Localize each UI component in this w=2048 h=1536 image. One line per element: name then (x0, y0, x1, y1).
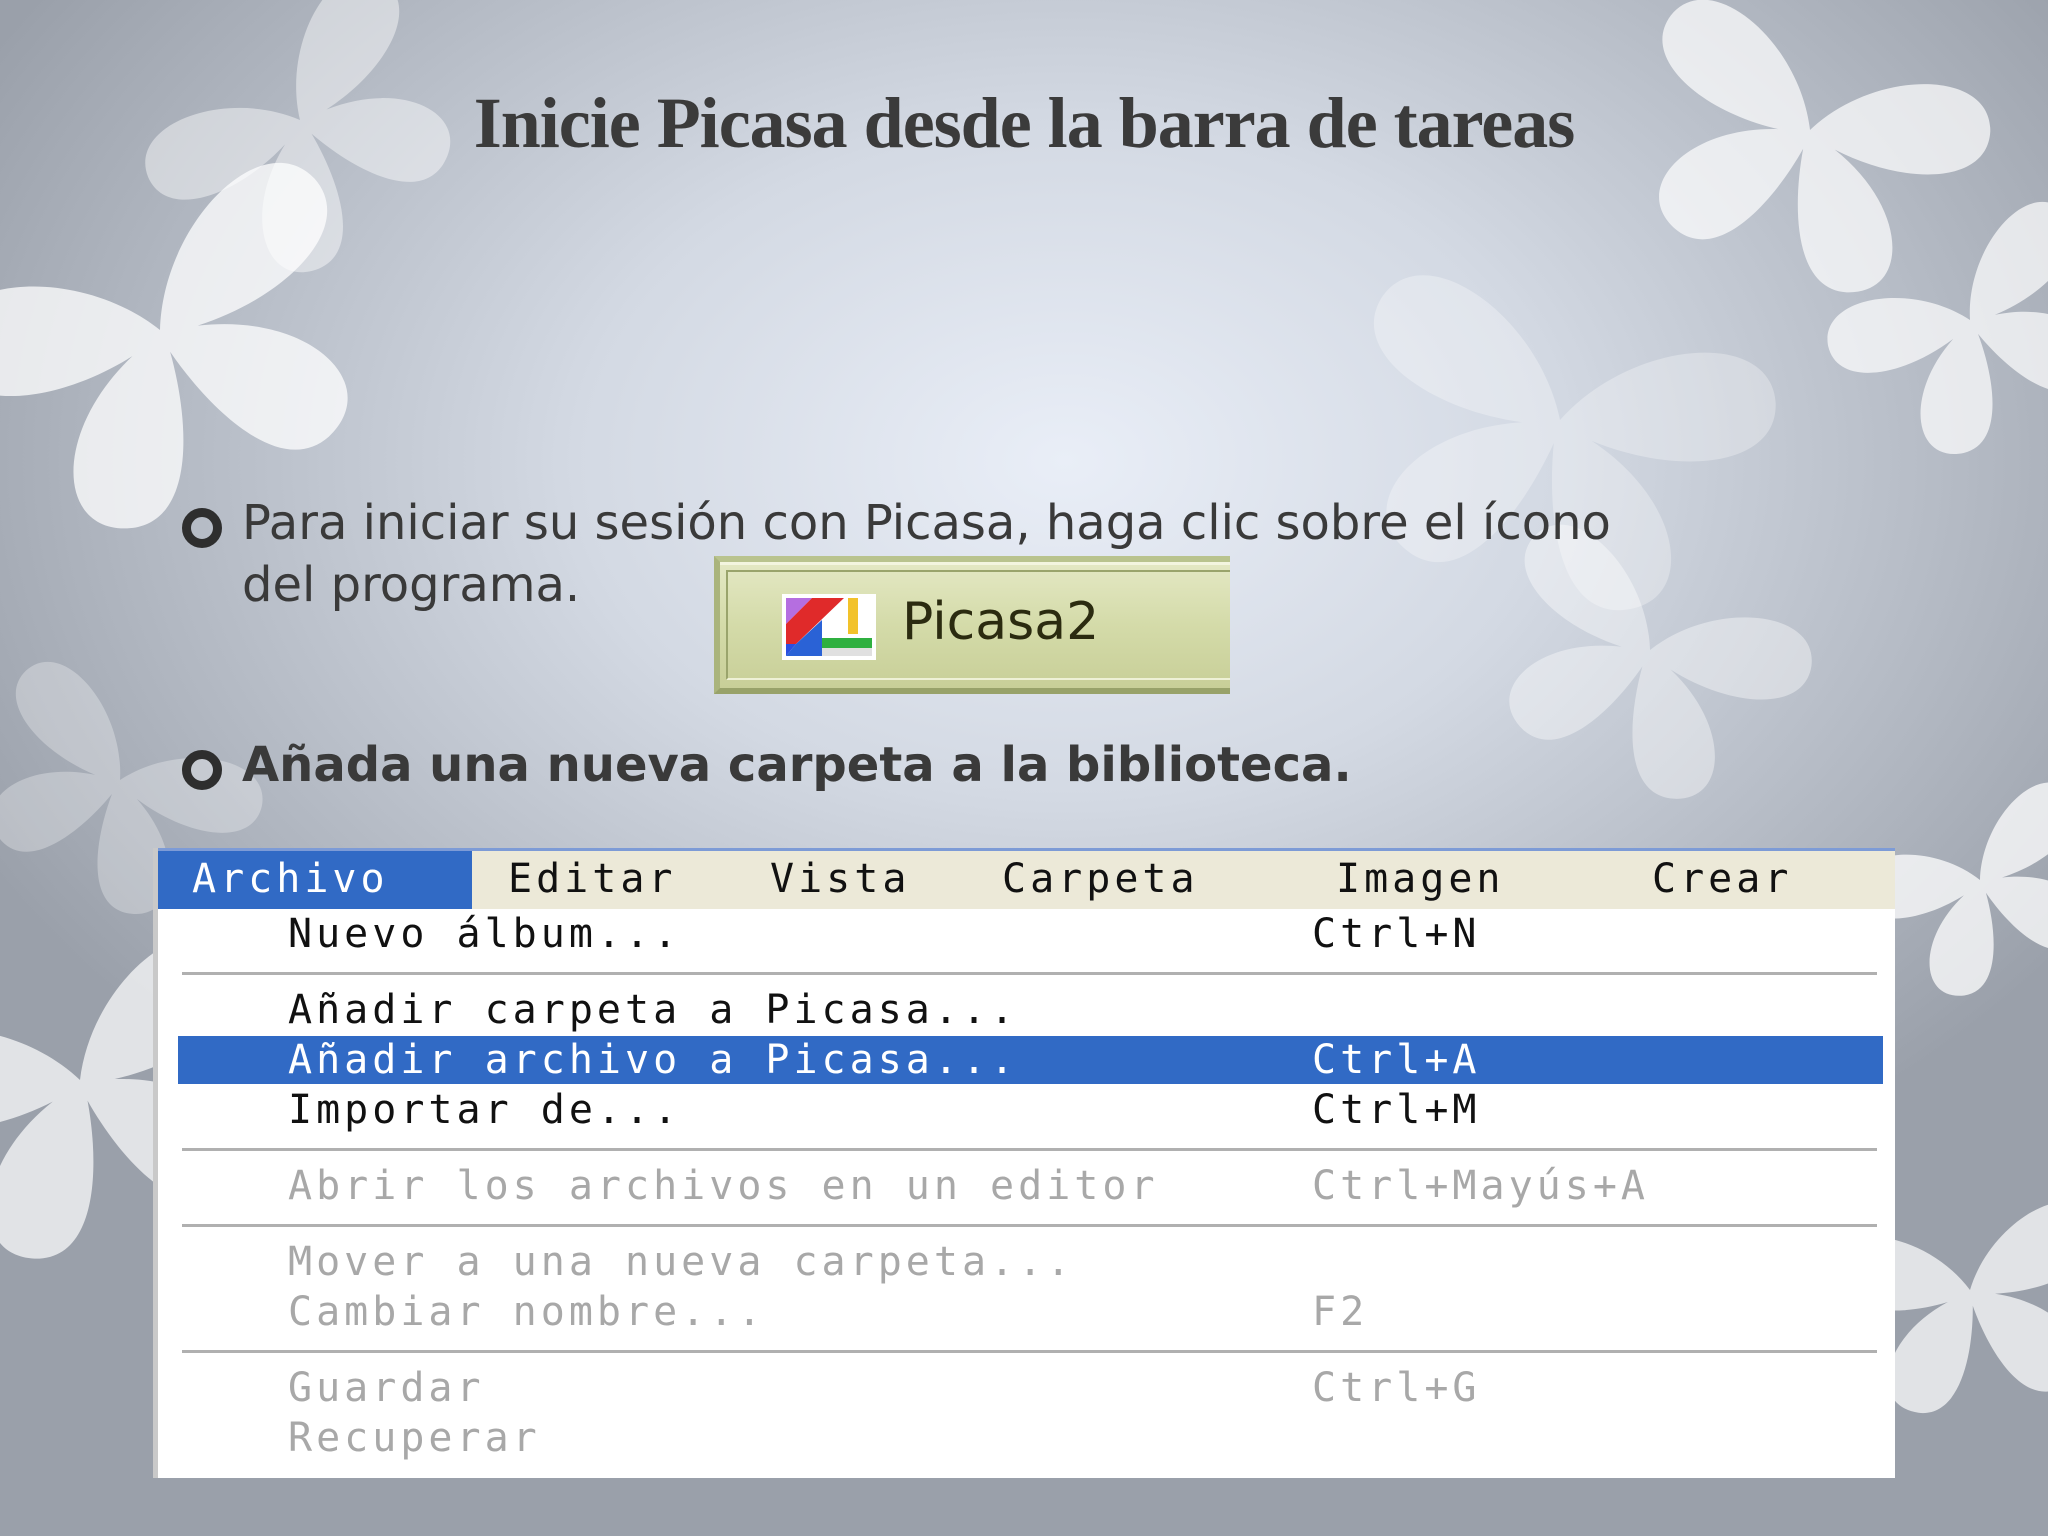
menu-archivo[interactable]: Archivo (158, 851, 472, 909)
menu-item-importar[interactable]: Importar de... Ctrl+M (178, 1086, 1883, 1134)
picasa-menu-screenshot: Archivo Editar Vista Carpeta Imagen Crea… (153, 848, 1895, 1478)
menu-item-recuperar: Recuperar (178, 1414, 1883, 1462)
bullet-text: Añada una nueva carpeta a la biblioteca. (242, 737, 1352, 793)
menu-item-shortcut: Ctrl+A (1312, 1037, 1481, 1083)
menu-item-label: Añadir archivo a Picasa... (288, 1037, 1019, 1083)
menu-item-label: Mover a una nueva carpeta... (288, 1239, 1075, 1285)
menu-item-mover-carpeta: Mover a una nueva carpeta... (178, 1238, 1883, 1286)
menu-item-shortcut: Ctrl+Mayús+A (1312, 1163, 1649, 1209)
menu-carpeta[interactable]: Carpeta (1002, 851, 1199, 909)
menubar: Archivo Editar Vista Carpeta Imagen Crea… (158, 848, 1895, 909)
menu-item-anadir-carpeta[interactable]: Añadir carpeta a Picasa... (178, 986, 1883, 1034)
menu-item-label: Añadir carpeta a Picasa... (288, 987, 1019, 1033)
menu-vista[interactable]: Vista (770, 851, 910, 909)
menu-item-shortcut: F2 (1312, 1289, 1369, 1335)
bullet-icon (182, 750, 222, 790)
menu-imagen[interactable]: Imagen (1336, 851, 1505, 909)
menu-item-shortcut: Ctrl+N (1312, 911, 1481, 957)
menu-item-label: Nuevo álbum... (288, 911, 682, 957)
menu-item-nuevo-album[interactable]: Nuevo álbum... Ctrl+N (178, 910, 1883, 958)
bullet-icon (182, 508, 222, 548)
menu-item-shortcut: Ctrl+G (1312, 1365, 1481, 1411)
menu-item-anadir-archivo[interactable]: Añadir archivo a Picasa... Ctrl+A (178, 1036, 1883, 1084)
menu-separator (182, 972, 1877, 976)
bullet-add-folder: Añada una nueva carpeta a la biblioteca. (182, 734, 1842, 796)
menu-editar[interactable]: Editar (508, 851, 677, 909)
menu-item-abrir-editor: Abrir los archivos en un editor Ctrl+May… (178, 1162, 1883, 1210)
menu-separator (182, 1350, 1877, 1354)
slide-title: Inicie Picasa desde la barra de tareas (473, 83, 1576, 163)
taskbar-picasa-button[interactable]: Picasa2 (714, 556, 1230, 694)
menu-item-label: Abrir los archivos en un editor (288, 1163, 1159, 1209)
menu-item-shortcut: Ctrl+M (1312, 1087, 1481, 1133)
menu-item-label: Guardar (288, 1365, 485, 1411)
menu-item-guardar: Guardar Ctrl+G (178, 1364, 1883, 1412)
menu-separator (182, 1148, 1877, 1152)
menu-item-label: Cambiar nombre... (288, 1289, 766, 1335)
menu-item-label: Recuperar (288, 1415, 541, 1461)
menu-item-label: Importar de... (288, 1087, 682, 1133)
bullet-text-line1: Para iniciar su sesión con Picasa, haga … (242, 495, 1611, 551)
menu-separator (182, 1224, 1877, 1228)
picasa-icon (782, 594, 876, 660)
file-menu-dropdown: Nuevo álbum... Ctrl+N Añadir carpeta a P… (158, 906, 1895, 1478)
taskbar-button-label: Picasa2 (902, 592, 1100, 652)
menu-crear[interactable]: Crear (1652, 851, 1792, 909)
menu-item-cambiar-nombre: Cambiar nombre... F2 (178, 1288, 1883, 1336)
